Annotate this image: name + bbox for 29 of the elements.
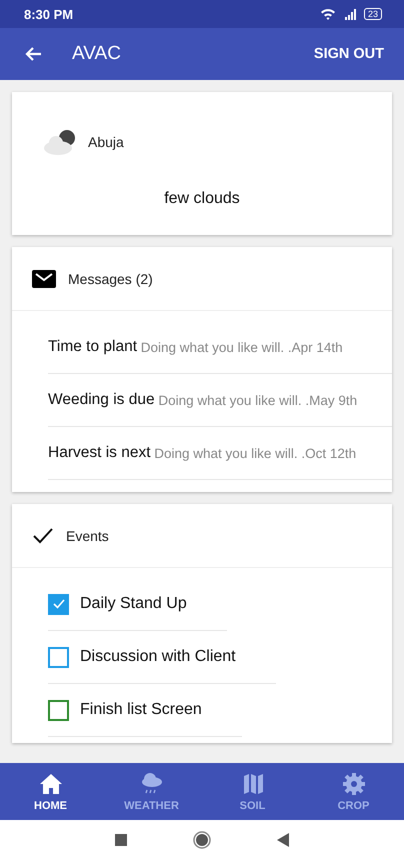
checkbox[interactable] <box>48 646 69 668</box>
rain-cloud-icon <box>140 772 164 796</box>
checkbox[interactable] <box>48 700 69 720</box>
messages-heading: Messages (2) <box>68 270 153 286</box>
back-triangle-icon[interactable] <box>277 832 289 846</box>
wifi-icon <box>320 8 336 20</box>
circle-icon[interactable] <box>193 830 211 848</box>
battery-icon: 23 <box>364 8 382 20</box>
message-item[interactable]: Weeding is due Doing what you like will. .May 9th <box>48 374 392 427</box>
app-title: AVAC <box>72 43 122 65</box>
status-time: 8:30 PM <box>24 6 74 22</box>
event-label: Finish list Screen <box>80 701 202 719</box>
mail-icon <box>32 270 56 288</box>
square-icon[interactable] <box>115 834 127 846</box>
message-item[interactable]: Time to plant Doing what you like will. .Apr 14th <box>48 321 392 374</box>
checkbox[interactable] <box>48 594 69 614</box>
nav-tab[interactable]: HOME <box>0 763 101 820</box>
message-item[interactable]: Harvest is next Doing what you like will. .Oct 12th <box>48 427 392 480</box>
check-icon <box>32 526 54 544</box>
sign-out-button[interactable]: SIGN OUT <box>314 42 384 66</box>
events-heading: Events <box>66 528 109 544</box>
event-label: Discussion with Client <box>80 648 236 666</box>
weather-description: few clouds <box>163 190 241 208</box>
checkmark-icon <box>52 599 64 609</box>
gear-icon <box>342 772 366 796</box>
home-icon <box>38 772 62 796</box>
event-label: Daily Stand Up <box>80 595 187 613</box>
back-icon[interactable] <box>24 46 42 62</box>
city-name: Abuja <box>88 134 124 150</box>
